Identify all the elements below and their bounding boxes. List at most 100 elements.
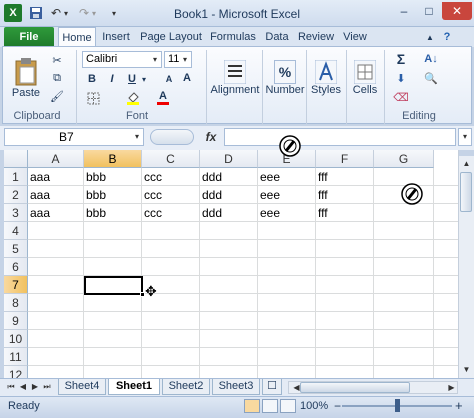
cell-a1[interactable]: aaa: [28, 168, 84, 186]
scroll-left-button[interactable]: ◀: [289, 380, 304, 395]
cell-b3[interactable]: bbb: [84, 204, 142, 222]
scroll-down-button[interactable]: ▼: [459, 362, 474, 377]
formula-bar-splitter[interactable]: [150, 129, 194, 145]
cell-f2[interactable]: fff: [316, 186, 374, 204]
page-break-view-button[interactable]: [280, 399, 296, 413]
cell-d3[interactable]: ddd: [200, 204, 258, 222]
row-header-7[interactable]: 7: [4, 276, 28, 294]
row-header-3[interactable]: 3: [4, 204, 28, 222]
cell-a3[interactable]: aaa: [28, 204, 84, 222]
number-button[interactable]: % Number: [264, 50, 306, 106]
row-header-1[interactable]: 1: [4, 168, 28, 186]
close-button[interactable]: ✕: [442, 2, 472, 20]
format-painter-icon[interactable]: 🖌: [48, 88, 66, 104]
cell-f3[interactable]: fff: [316, 204, 374, 222]
maximize-button[interactable]: □: [417, 2, 441, 20]
copy-icon[interactable]: ⧉: [48, 70, 66, 86]
styles-button[interactable]: Styles: [308, 50, 344, 106]
file-tab[interactable]: File: [4, 27, 54, 47]
autosum-button[interactable]: Σ: [392, 51, 410, 67]
fill-icon[interactable]: ⬇: [392, 70, 410, 86]
column-header-f[interactable]: F: [316, 150, 374, 168]
tab-data[interactable]: Data: [262, 27, 292, 47]
tab-home[interactable]: Home: [58, 27, 96, 47]
sheet-tab[interactable]: Sheet2: [162, 379, 210, 395]
page-layout-view-button[interactable]: [262, 399, 278, 413]
italic-button[interactable]: I: [104, 71, 120, 87]
row-header-8[interactable]: 8: [4, 294, 28, 312]
fill-color-icon[interactable]: [124, 90, 142, 106]
formula-input[interactable]: [224, 128, 456, 146]
font-size-combo[interactable]: 11 ▾: [164, 51, 192, 68]
active-cell[interactable]: [84, 276, 143, 295]
cell-c1[interactable]: ccc: [142, 168, 200, 186]
sheet-tab-active[interactable]: Sheet1: [108, 379, 160, 395]
shrink-font-button[interactable]: A: [162, 71, 176, 87]
scroll-up-button[interactable]: ▲: [459, 156, 474, 171]
prev-sheet-button[interactable]: ◀: [18, 380, 28, 394]
select-all-corner[interactable]: [4, 150, 28, 168]
font-name-combo[interactable]: Calibri ▾: [82, 51, 162, 68]
cell-d2[interactable]: ddd: [200, 186, 258, 204]
first-sheet-button[interactable]: ⏮: [6, 380, 16, 394]
next-sheet-button[interactable]: ▶: [30, 380, 40, 394]
help-icon[interactable]: ?: [440, 27, 454, 47]
sheet-tab[interactable]: Sheet4: [58, 379, 106, 395]
name-box[interactable]: B7: [4, 128, 144, 146]
cut-icon[interactable]: ✂: [48, 52, 66, 68]
paste-button[interactable]: Paste: [8, 50, 44, 106]
cell-d1[interactable]: ddd: [200, 168, 258, 186]
ribbon-minimize-icon[interactable]: ▲: [424, 27, 436, 47]
underline-button[interactable]: U: [124, 71, 140, 87]
chevron-down-icon[interactable]: ▾: [132, 130, 142, 144]
font-color-icon[interactable]: A: [154, 88, 172, 106]
column-header-c[interactable]: C: [142, 150, 200, 168]
last-sheet-button[interactable]: ⏭: [42, 380, 52, 394]
tab-page-layout[interactable]: Page Layout: [138, 27, 204, 47]
zoom-in-button[interactable]: +: [455, 398, 463, 413]
cells-button[interactable]: Cells: [348, 50, 382, 106]
cell-e2[interactable]: eee: [258, 186, 316, 204]
row-header-4[interactable]: 4: [4, 222, 28, 240]
expand-formula-bar-icon[interactable]: ▾: [458, 128, 472, 146]
vertical-scroll-thumb[interactable]: [460, 172, 472, 212]
tab-view[interactable]: View: [340, 27, 370, 47]
horizontal-scroll-thumb[interactable]: [300, 382, 410, 393]
insert-function-button[interactable]: fx: [200, 128, 222, 146]
column-header-b[interactable]: B: [84, 150, 142, 168]
grow-font-button[interactable]: A: [180, 70, 194, 86]
row-header-9[interactable]: 9: [4, 312, 28, 330]
cell-b1[interactable]: bbb: [84, 168, 142, 186]
clear-icon[interactable]: ⌫: [392, 89, 410, 105]
insert-sheet-button[interactable]: ☐: [262, 379, 282, 395]
underline-dropdown-icon[interactable]: ▾: [140, 71, 148, 87]
sheet-tab[interactable]: Sheet3: [212, 379, 260, 395]
zoom-out-button[interactable]: −: [334, 399, 341, 413]
tab-review[interactable]: Review: [296, 27, 336, 47]
column-header-a[interactable]: A: [28, 150, 84, 168]
column-header-g[interactable]: G: [374, 150, 434, 168]
scroll-right-button[interactable]: ▶: [444, 380, 459, 395]
cell-b2[interactable]: bbb: [84, 186, 142, 204]
alignment-button[interactable]: Alignment: [210, 50, 260, 106]
sort-filter-icon[interactable]: A↓: [420, 51, 442, 67]
row-header-11[interactable]: 11: [4, 348, 28, 366]
bold-button[interactable]: B: [84, 71, 100, 87]
borders-icon[interactable]: [84, 90, 102, 106]
minimize-button[interactable]: –: [392, 2, 416, 20]
row-header-5[interactable]: 5: [4, 240, 28, 258]
cell-f1[interactable]: fff: [316, 168, 374, 186]
cell-a2[interactable]: aaa: [28, 186, 84, 204]
cell-c2[interactable]: ccc: [142, 186, 200, 204]
row-header-2[interactable]: 2: [4, 186, 28, 204]
tab-insert[interactable]: Insert: [98, 27, 134, 47]
column-header-d[interactable]: D: [200, 150, 258, 168]
normal-view-button[interactable]: [244, 399, 260, 413]
cell-e3[interactable]: eee: [258, 204, 316, 222]
cell-e1[interactable]: eee: [258, 168, 316, 186]
zoom-slider-thumb[interactable]: [395, 399, 400, 412]
row-header-10[interactable]: 10: [4, 330, 28, 348]
cell-c3[interactable]: ccc: [142, 204, 200, 222]
row-header-6[interactable]: 6: [4, 258, 28, 276]
zoom-level[interactable]: 100%: [300, 400, 328, 412]
